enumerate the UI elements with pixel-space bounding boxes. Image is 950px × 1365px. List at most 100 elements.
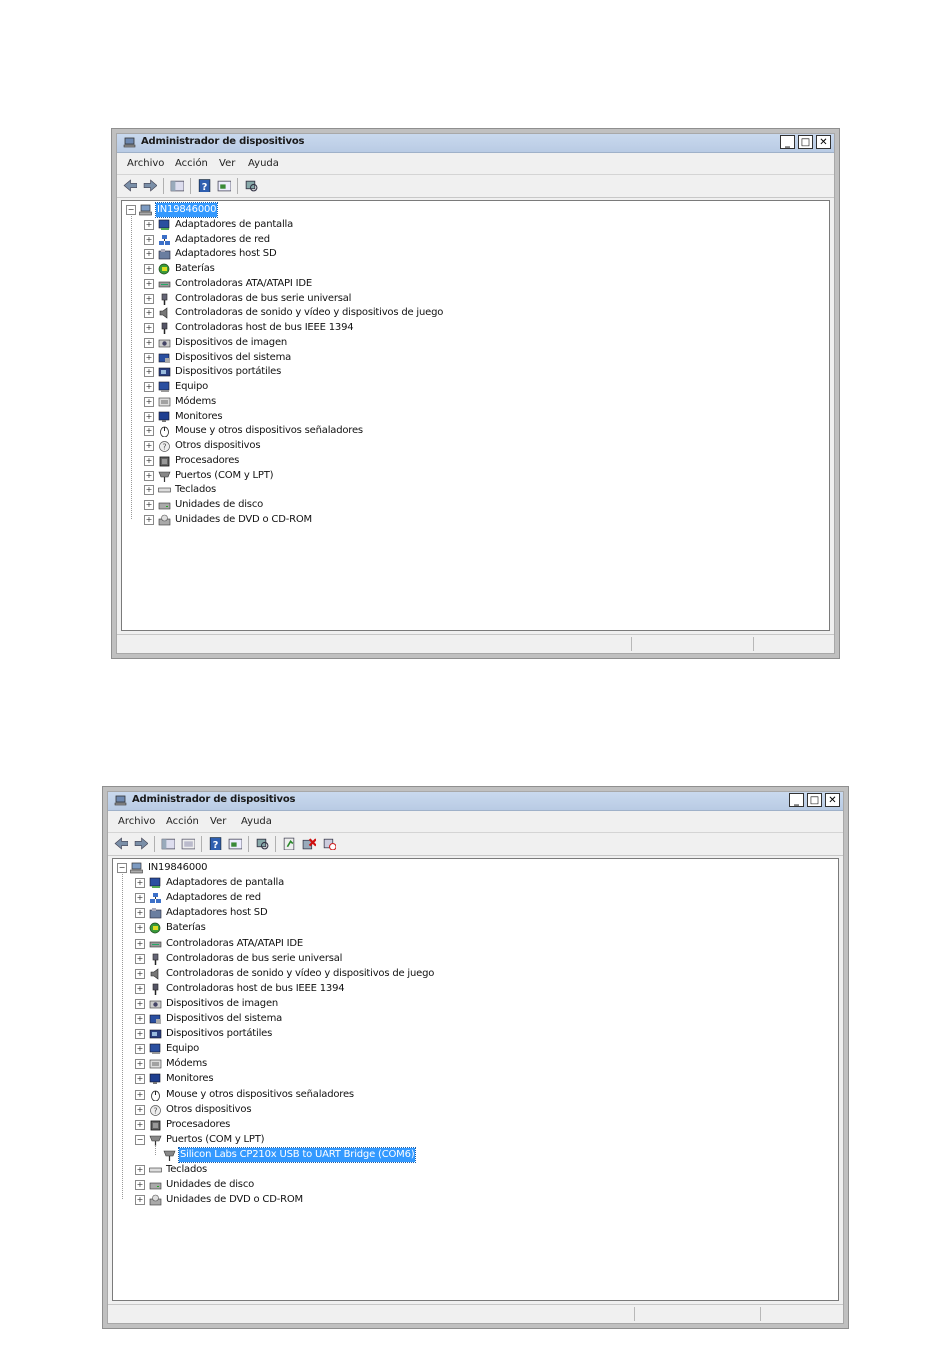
close-button[interactable]: ✕ xyxy=(825,793,840,807)
tree-category[interactable]: + Controladoras host de bus IEEE 1394 xyxy=(122,321,829,335)
expand-toggle[interactable]: + xyxy=(144,293,154,304)
tree-category[interactable]: + Dispositivos portátiles xyxy=(122,365,829,379)
title-bar[interactable]: Administrador de dispositivos _ □ ✕ xyxy=(117,134,834,153)
tree-category[interactable]: + Dispositivos portátiles xyxy=(113,1027,838,1041)
menu-ayuda[interactable]: Ayuda xyxy=(241,816,272,827)
tree-category[interactable]: + Dispositivos del sistema xyxy=(113,1012,838,1026)
tree-category[interactable]: + Unidades de disco xyxy=(122,498,829,512)
tree-category[interactable]: + Mouse y otros dispositivos señaladores xyxy=(113,1088,838,1102)
expand-toggle[interactable]: + xyxy=(144,411,154,422)
tree-category[interactable]: + Monitores xyxy=(122,410,829,424)
expand-toggle[interactable]: + xyxy=(135,878,145,889)
expand-toggle[interactable]: + xyxy=(135,968,145,979)
tree-root[interactable]: − IN19846000 xyxy=(113,861,838,875)
tree-category[interactable]: + Controladoras de bus serie universal xyxy=(113,952,838,966)
menu-archivo[interactable]: Archivo xyxy=(118,816,155,827)
tree-category[interactable]: + Controladoras ATA/ATAPI IDE xyxy=(122,277,829,291)
tree-category[interactable]: + Teclados xyxy=(113,1163,838,1177)
maximize-button[interactable]: □ xyxy=(807,793,822,807)
tree-category[interactable]: + Baterías xyxy=(113,921,838,935)
expand-toggle[interactable]: + xyxy=(135,1014,145,1024)
tree-category[interactable]: + Baterías xyxy=(122,262,829,276)
back-icon[interactable] xyxy=(123,179,137,192)
expand-toggle[interactable]: + xyxy=(135,1044,145,1055)
title-bar[interactable]: Administrador de dispositivos _ □ ✕ xyxy=(108,792,843,811)
tree-category[interactable]: + Unidades de DVD o CD-ROM xyxy=(113,1193,838,1207)
tree-category[interactable]: + Controladoras de sonido y vídeo y dispo… xyxy=(122,306,829,320)
expand-toggle[interactable]: + xyxy=(144,455,154,466)
tree-root[interactable]: − IN19846000 xyxy=(122,202,829,218)
tree-category[interactable]: − Puertos (COM y LPT) xyxy=(113,1133,838,1147)
tree-category[interactable]: + Dispositivos de imagen xyxy=(122,336,829,350)
expand-toggle[interactable]: + xyxy=(144,337,154,348)
minimize-button[interactable]: _ xyxy=(789,793,804,807)
expand-toggle[interactable]: + xyxy=(135,908,145,919)
expand-toggle[interactable]: + xyxy=(135,1195,145,1206)
tree-category[interactable]: + Equipo xyxy=(122,380,829,394)
tree-category[interactable]: + Controladoras de sonido y vídeo y dispo… xyxy=(113,967,838,981)
expand-toggle[interactable]: + xyxy=(135,1104,145,1115)
expand-toggle[interactable]: + xyxy=(144,500,154,510)
tree-category[interactable]: + Adaptadores de pantalla xyxy=(113,876,838,890)
tree-category[interactable]: + Adaptadores host SD xyxy=(122,247,829,261)
expand-toggle[interactable]: + xyxy=(144,382,154,392)
menu-ver[interactable]: Ver xyxy=(210,816,226,827)
tree-category[interactable]: + Monitores xyxy=(113,1072,838,1086)
tree-category[interactable]: + Módems xyxy=(113,1057,838,1071)
tree-category[interactable]: + Controladoras ATA/ATAPI IDE xyxy=(113,937,838,951)
minimize-button[interactable]: _ xyxy=(780,135,795,149)
expand-toggle[interactable]: + xyxy=(144,470,154,481)
close-button[interactable]: ✕ xyxy=(816,135,831,149)
tree-category[interactable]: + Controladoras host de bus IEEE 1394 xyxy=(113,982,838,996)
expand-toggle[interactable]: + xyxy=(144,249,154,260)
tree-category[interactable]: + Controladoras de bus serie universal xyxy=(122,292,829,306)
collapse-toggle[interactable]: − xyxy=(135,1134,145,1145)
forward-icon[interactable] xyxy=(134,837,148,850)
scan-hardware-icon[interactable] xyxy=(255,837,269,850)
expand-toggle[interactable]: + xyxy=(135,1119,145,1130)
expand-toggle[interactable]: + xyxy=(144,441,154,451)
tree-category[interactable]: + Adaptadores de pantalla xyxy=(122,218,829,232)
collapse-toggle[interactable]: − xyxy=(126,205,136,215)
expand-toggle[interactable]: + xyxy=(144,396,154,407)
expand-toggle[interactable]: + xyxy=(135,893,145,904)
expand-toggle[interactable]: + xyxy=(135,1180,145,1191)
menu-accion[interactable]: Acción xyxy=(175,158,208,169)
expand-toggle[interactable]: + xyxy=(144,352,154,363)
tree-category[interactable]: + Equipo xyxy=(113,1042,838,1056)
expand-toggle[interactable]: + xyxy=(135,953,145,964)
uninstall-icon[interactable] xyxy=(302,837,316,850)
expand-toggle[interactable]: + xyxy=(144,426,154,437)
tree-category[interactable]: +? Otros dispositivos xyxy=(122,439,829,453)
expand-toggle[interactable]: + xyxy=(135,1029,145,1040)
expand-toggle[interactable]: + xyxy=(135,1165,145,1175)
device-tree[interactable]: − IN19846000 + Adaptadores de pantalla + Adap… xyxy=(112,858,839,1301)
expand-toggle[interactable]: + xyxy=(135,1089,145,1100)
expand-toggle[interactable]: + xyxy=(144,308,154,319)
maximize-button[interactable]: □ xyxy=(798,135,813,149)
tree-category[interactable]: + Unidades de DVD o CD-ROM xyxy=(122,513,829,527)
scan-hardware-icon[interactable] xyxy=(244,179,258,192)
help-icon[interactable]: ? xyxy=(197,179,211,192)
show-hide-icon[interactable] xyxy=(181,837,195,850)
tree-category[interactable]: + Teclados xyxy=(122,483,829,497)
expand-toggle[interactable]: + xyxy=(144,485,154,496)
menu-ayuda[interactable]: Ayuda xyxy=(248,158,279,169)
back-icon[interactable] xyxy=(114,837,128,850)
expand-toggle[interactable]: + xyxy=(144,514,154,525)
properties-icon[interactable] xyxy=(217,179,231,192)
update-driver-icon[interactable] xyxy=(282,837,296,850)
properties-icon[interactable] xyxy=(228,837,242,850)
device-tree[interactable]: − IN19846000 + Adaptadores de pantalla + Adap… xyxy=(121,200,830,631)
tree-category[interactable]: + Mouse y otros dispositivos señaladores xyxy=(122,424,829,438)
expand-toggle[interactable]: + xyxy=(144,264,154,274)
tree-category[interactable]: + Dispositivos del sistema xyxy=(122,351,829,365)
expand-toggle[interactable]: + xyxy=(135,938,145,949)
tree-category[interactable]: + Dispositivos de imagen xyxy=(113,997,838,1011)
collapse-toggle[interactable]: − xyxy=(117,863,127,873)
tree-category[interactable]: +? Otros dispositivos xyxy=(113,1103,838,1117)
menu-ver[interactable]: Ver xyxy=(219,158,235,169)
expand-toggle[interactable]: + xyxy=(135,1059,145,1070)
console-tree-icon[interactable] xyxy=(161,837,175,850)
expand-toggle[interactable]: + xyxy=(144,323,154,333)
